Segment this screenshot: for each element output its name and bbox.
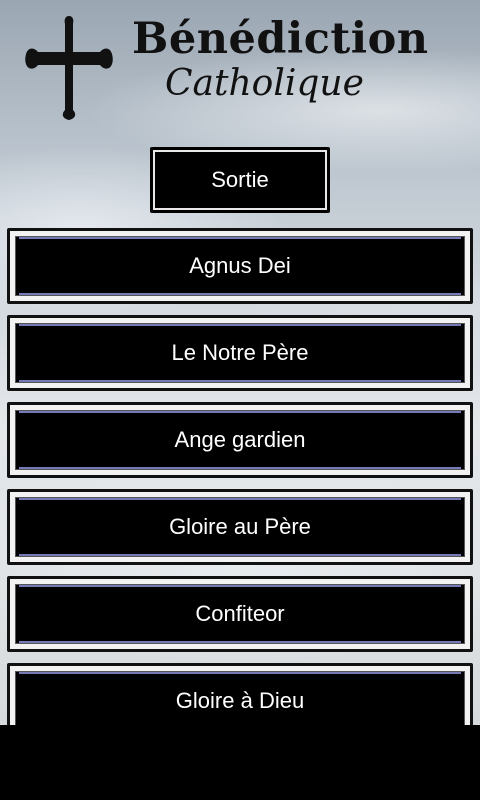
cross-icon bbox=[25, 16, 113, 120]
system-nav-bar bbox=[0, 725, 480, 800]
menu-item-notre-pere[interactable]: Le Notre Père bbox=[7, 315, 473, 391]
menu-item-gloire-a-dieu[interactable]: Gloire à Dieu bbox=[7, 663, 473, 725]
app-title: Bénédiction bbox=[132, 14, 429, 64]
menu-item-agnus-dei[interactable]: Agnus Dei bbox=[7, 228, 473, 304]
menu-item-confiteor[interactable]: Confiteor bbox=[7, 576, 473, 652]
app-subtitle: Catholique bbox=[165, 63, 364, 104]
menu-item-gloire-au-pere[interactable]: Gloire au Père bbox=[7, 489, 473, 565]
menu-item-ange-gardien[interactable]: Ange gardien bbox=[7, 402, 473, 478]
app-screen: Bénédiction Catholique Sortie Agnus Dei … bbox=[0, 0, 480, 725]
exit-button[interactable]: Sortie bbox=[150, 147, 330, 213]
